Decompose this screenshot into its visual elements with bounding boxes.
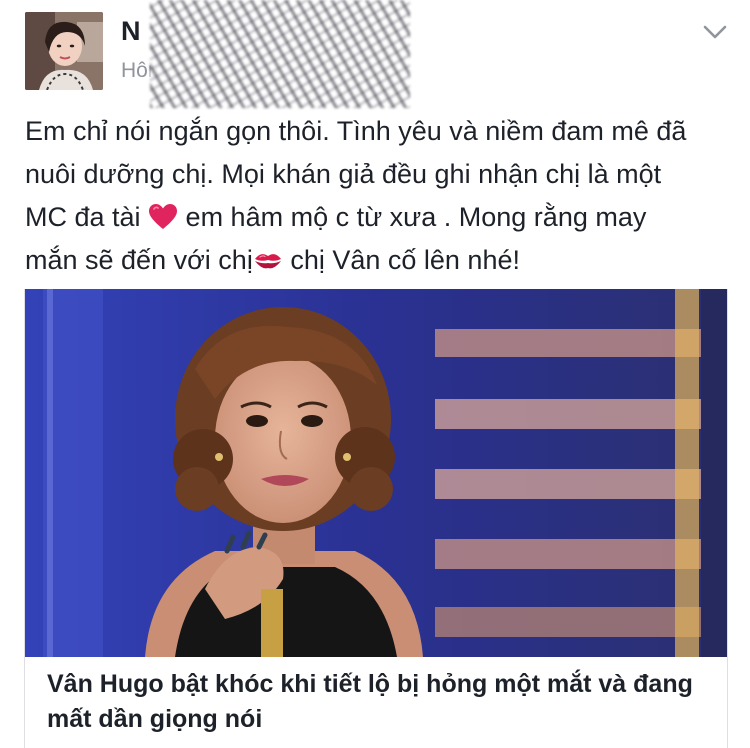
author-avatar[interactable] bbox=[25, 12, 103, 90]
red-heart-icon bbox=[149, 204, 178, 229]
post-text-segment: chị Vân cố lên nhé! bbox=[282, 245, 520, 275]
link-preview-card[interactable]: Vân Hugo bật khóc khi tiết lộ bị hỏng mộ… bbox=[24, 289, 728, 748]
author-name[interactable]: N bbox=[121, 16, 141, 47]
chevron-down-icon[interactable] bbox=[700, 20, 730, 44]
post-text-segment: mắn sẽ đến với chị bbox=[25, 245, 253, 275]
post-message: Em chỉ nói ngắn gọn thôi. Tình yêu và ni… bbox=[25, 110, 725, 282]
post-text-line: mắn sẽ đến với chị chị Vân cố lên nhé! bbox=[25, 239, 725, 282]
avatar-photo bbox=[25, 12, 103, 90]
post-text-segment: em hâm mộ c từ xưa . Mong rằng may bbox=[178, 202, 647, 232]
link-preview-title[interactable]: Vân Hugo bật khóc khi tiết lộ bị hỏng mộ… bbox=[47, 667, 707, 737]
kiss-mark-icon bbox=[254, 254, 281, 269]
post-text-line: nuôi dưỡng chị. Mọi khán giả đều ghi nhậ… bbox=[25, 159, 662, 189]
post-text-line: Em chỉ nói ngắn gọn thôi. Tình yêu và ni… bbox=[25, 116, 687, 146]
post-text-segment: MC đa tài bbox=[25, 202, 149, 232]
tv-show-photo bbox=[25, 289, 727, 657]
link-preview-image[interactable] bbox=[25, 289, 727, 657]
post-text-line: MC đa tài em hâm mộ c từ xưa . Mong rằng… bbox=[25, 196, 725, 239]
privacy-blur-overlay bbox=[150, 0, 410, 108]
facebook-post: N Hôm Em chỉ nói ngắn gọn thôi. Tình yêu… bbox=[0, 0, 750, 748]
